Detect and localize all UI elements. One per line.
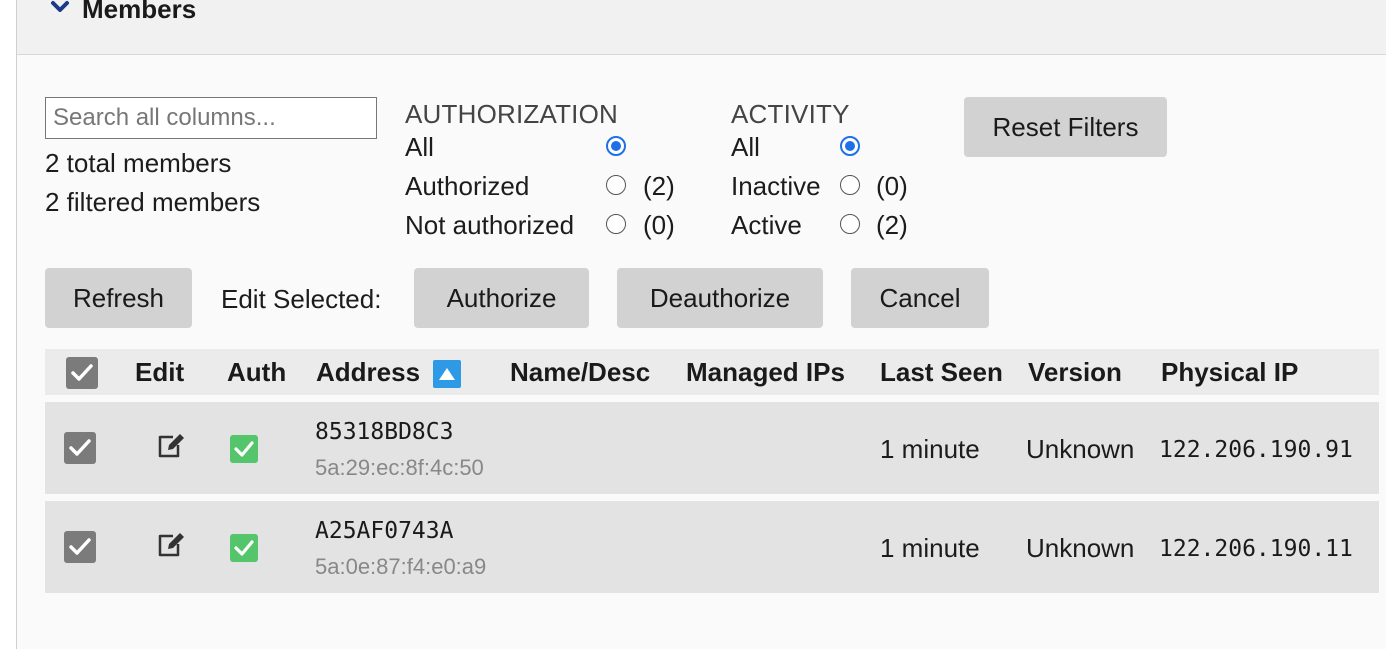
auth-option-not-authorized-radio[interactable] [606,214,626,234]
edit-selected-label: Edit Selected: [221,284,382,314]
auth-option-all-label: All [405,132,434,162]
refresh-button[interactable]: Refresh [45,268,192,328]
cancel-button[interactable]: Cancel [851,268,989,328]
search-input[interactable] [45,97,377,139]
chevron-down-icon[interactable] [50,0,70,16]
auth-option-not-authorized-count: (0) [643,210,675,240]
column-header-version[interactable]: Version [1028,357,1122,388]
reset-filters-button[interactable]: Reset Filters [964,97,1167,157]
authorization-filter-label: AUTHORIZATION [405,99,618,129]
authorized-checkbox[interactable] [230,534,258,562]
column-header-last-seen[interactable]: Last Seen [880,357,1003,388]
deauthorize-button[interactable]: Deauthorize [617,268,823,328]
auth-option-all-radio[interactable] [606,136,626,156]
members-panel-header[interactable]: Members [17,0,1386,55]
column-header-physical-ip[interactable]: Physical IP [1161,357,1298,388]
row-select-checkbox[interactable] [64,432,96,464]
edit-icon[interactable] [156,532,186,558]
activity-filter-label: ACTIVITY [731,99,850,129]
total-members-count: 2 total members [45,148,232,178]
member-last-seen: 1 minute [880,434,980,464]
column-header-name-desc[interactable]: Name/Desc [510,357,650,388]
member-physical-ip: 122.206.190.91 [1159,437,1353,463]
member-address: 85318BD8C3 [315,419,454,445]
column-header-edit: Edit [135,357,185,387]
auth-option-not-authorized-label: Not authorized [405,210,575,240]
member-last-seen: 1 minute [880,533,980,563]
member-mac: 5a:29:ec:8f:4c:50 [315,455,484,480]
auth-option-authorized-radio[interactable] [606,175,626,195]
member-mac: 5a:0e:87:f4:e0:a9 [315,554,487,579]
activity-option-active-label: Active [731,210,802,240]
panel-title: Members [82,0,197,24]
member-version: Unknown [1026,434,1135,464]
member-physical-ip: 122.206.190.11 [1159,536,1353,562]
row-select-checkbox[interactable] [64,531,96,563]
activity-option-active-radio[interactable] [840,214,860,234]
authorized-checkbox[interactable] [230,435,258,463]
activity-option-all-label: All [731,132,760,162]
activity-option-active-count: (2) [876,210,908,240]
member-version: Unknown [1026,533,1135,563]
member-address: A25AF0743A [315,518,454,544]
auth-option-authorized-count: (2) [643,171,675,201]
activity-option-inactive-count: (0) [876,171,908,201]
activity-option-inactive-label: Inactive [731,171,821,201]
auth-option-authorized-label: Authorized [405,171,530,201]
activity-option-all-radio[interactable] [840,136,860,156]
sort-ascending-icon[interactable] [433,360,461,388]
filtered-members-count: 2 filtered members [45,187,261,217]
column-header-managed-ips[interactable]: Managed IPs [686,357,845,388]
column-header-address[interactable]: Address [316,357,420,388]
activity-option-inactive-radio[interactable] [840,175,860,195]
select-all-checkbox[interactable] [66,357,98,389]
column-header-auth: Auth [227,357,287,387]
authorize-button[interactable]: Authorize [414,268,589,328]
edit-icon[interactable] [156,433,186,459]
